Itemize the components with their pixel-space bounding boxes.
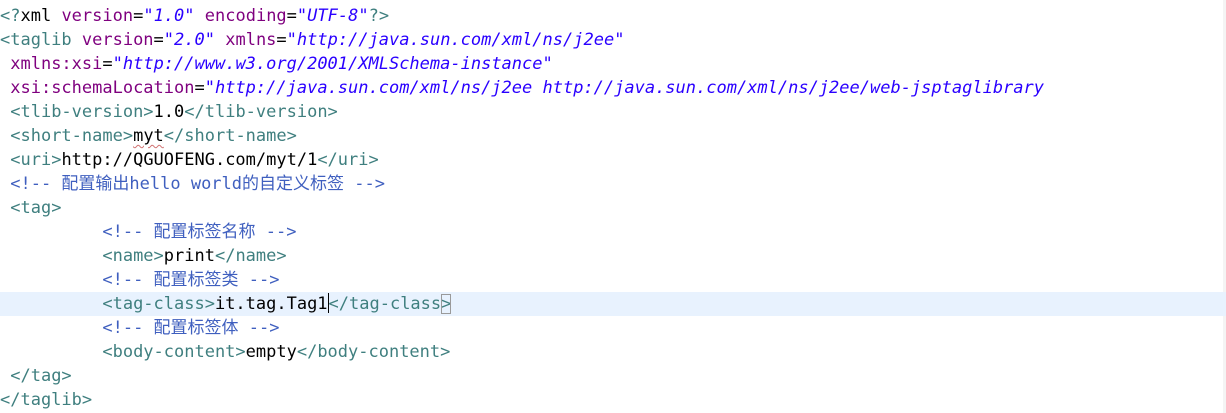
code-line[interactable]: <!-- 配置标签名称 --> <box>0 220 1226 244</box>
code-token: <!-- 配置标签体 --> <box>102 318 280 338</box>
code-token: </body-content> <box>296 342 451 362</box>
code-token: = <box>276 30 287 50</box>
code-token: xml <box>20 6 62 26</box>
code-line[interactable]: <name>print</name> <box>0 244 1226 268</box>
code-token: = <box>133 6 144 26</box>
code-token: <uri> <box>10 150 62 170</box>
code-token: </short-name> <box>163 126 297 146</box>
code-token: "http://www.w3.org/2001/XMLSchema-instan… <box>112 54 553 74</box>
code-token: <tag> <box>10 198 62 218</box>
code-line[interactable]: <!-- 配置标签体 --> <box>0 316 1226 340</box>
code-editor[interactable]: <?xml version="1.0" encoding="UTF-8"?> <t… <box>0 0 1226 413</box>
code-token: version <box>81 30 154 50</box>
code-line[interactable]: <short-name>myt</short-name> <box>0 124 1226 148</box>
code-token: <short-name> <box>10 126 134 146</box>
code-token: <body-content> <box>102 342 246 362</box>
code-token: myt <box>133 126 164 146</box>
code-token: "2.0" <box>163 30 215 50</box>
code-token: xmlns <box>225 30 277 50</box>
code-token: "http://java.sun.com/xml/ns/j2ee http://… <box>204 78 1044 98</box>
code-line[interactable]: <body-content>empty</body-content> <box>0 340 1226 364</box>
code-token: it.tag.Tag1 <box>214 294 328 314</box>
code-token: <!-- 配置输出hello world的自定义标签 --> <box>10 174 385 194</box>
code-token: <!-- 配置标签名称 --> <box>102 222 297 242</box>
code-token: version <box>61 6 134 26</box>
code-token: print <box>163 246 215 266</box>
code-token: = <box>102 54 113 74</box>
code-line[interactable]: <uri>http://QGUOFENG.com/myt/1</uri> <box>0 148 1226 172</box>
code-token: 1.0 <box>153 102 185 122</box>
code-token: <tlib-version> <box>10 102 154 122</box>
code-token: empty <box>245 342 297 362</box>
code-token: > <box>441 294 452 314</box>
code-line[interactable]: <tlib-version>1.0</tlib-version> <box>0 100 1226 124</box>
code-line[interactable]: <?xml version="1.0" encoding="UTF-8"?> <box>0 4 1226 28</box>
code-token: "UTF-8" <box>296 6 369 26</box>
code-token: <tag-class> <box>102 294 215 314</box>
code-token: = <box>153 30 164 50</box>
code-token: </uri> <box>317 150 379 170</box>
code-token: "http://java.sun.com/xml/ns/j2ee" <box>286 30 625 50</box>
code-line[interactable]: </taglib> <box>0 388 1226 412</box>
code-token: = <box>286 6 297 26</box>
code-token: <name> <box>102 246 164 266</box>
code-token: "1.0" <box>143 6 195 26</box>
code-token: </name> <box>214 246 287 266</box>
code-line[interactable]: <tag> <box>0 196 1226 220</box>
code-token: </tag> <box>10 366 72 386</box>
code-line[interactable]: </tag> <box>0 364 1226 388</box>
code-token: <? <box>0 6 21 26</box>
code-line-current[interactable]: <tag-class>it.tag.Tag1</tag-class> <box>0 292 1226 316</box>
code-token: encoding <box>204 6 287 26</box>
code-token: ?> <box>368 6 390 26</box>
code-token: </taglib> <box>0 390 93 410</box>
code-token: xsi:schemaLocation <box>10 78 195 98</box>
code-token: = <box>194 78 205 98</box>
code-line[interactable]: <!-- 配置输出hello world的自定义标签 --> <box>0 172 1226 196</box>
code-line[interactable]: <taglib version="2.0" xmlns="http://java… <box>0 28 1226 52</box>
code-token: http://QGUOFENG.com/myt/1 <box>61 150 318 170</box>
code-line[interactable]: xmlns:xsi="http://www.w3.org/2001/XMLSch… <box>0 52 1226 76</box>
code-token: <!-- 配置标签类 --> <box>102 270 280 290</box>
code-token: </tag-class <box>328 294 442 314</box>
code-line[interactable]: <!-- 配置标签类 --> <box>0 268 1226 292</box>
code-token: xmlns:xsi <box>10 54 103 74</box>
code-token: </tlib-version> <box>184 102 338 122</box>
code-line[interactable]: xsi:schemaLocation="http://java.sun.com/… <box>0 76 1226 100</box>
code-token: <taglib <box>0 30 82 50</box>
